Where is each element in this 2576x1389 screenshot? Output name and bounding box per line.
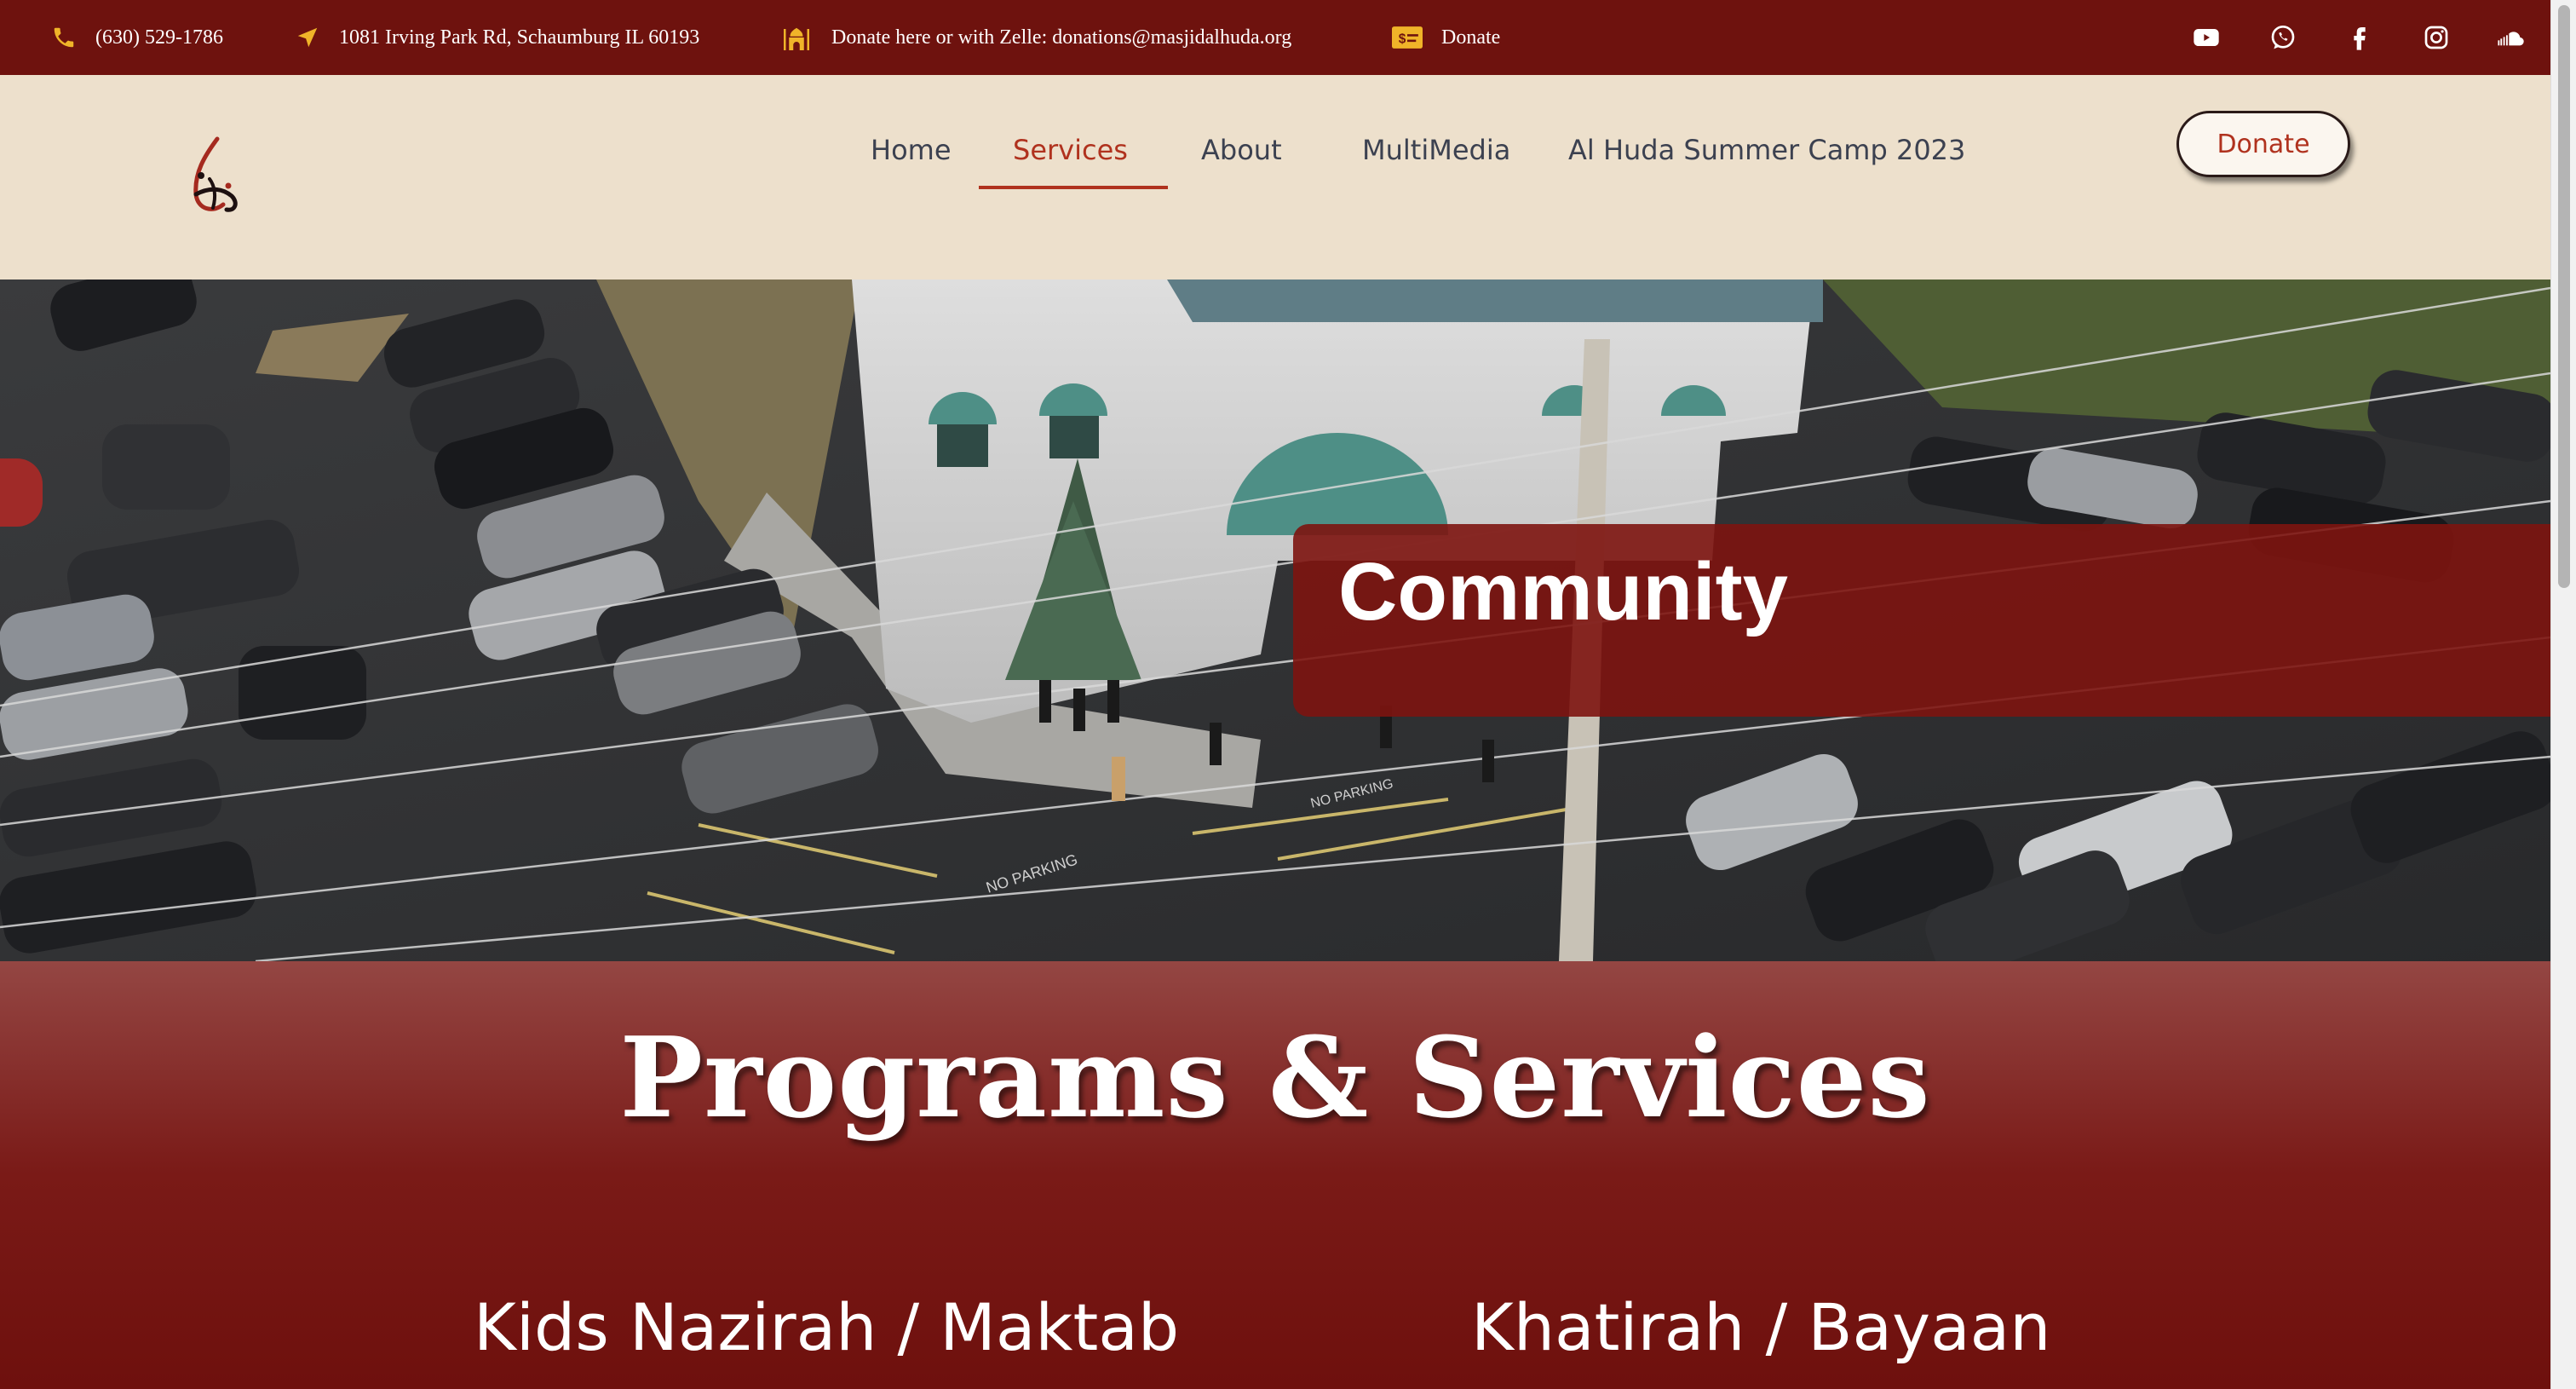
site-header: Home Services About MultiMedia Al Huda S… — [0, 75, 2550, 280]
mosque-icon — [780, 25, 813, 50]
donate-info-text: Donate here or with Zelle: donations@mas… — [831, 26, 1292, 49]
youtube-icon — [2194, 29, 2219, 46]
scrollbar-thumb[interactable] — [2558, 5, 2570, 588]
nav-about[interactable]: About — [1201, 126, 1282, 174]
phone-icon — [51, 25, 77, 50]
whatsapp-link[interactable] — [2267, 21, 2299, 54]
facebook-icon — [2354, 27, 2366, 50]
donate-info[interactable]: Donate here or with Zelle: donations@mas… — [780, 0, 1291, 84]
nav-multimedia[interactable]: MultiMedia — [1362, 126, 1510, 174]
page-scrollbar[interactable] — [2550, 0, 2576, 1389]
programs-heading: Programs & Services — [619, 1012, 1931, 1143]
location-arrow-icon — [295, 25, 320, 50]
donate-top-label: Donate — [1441, 26, 1501, 49]
nav-home[interactable]: Home — [871, 126, 952, 174]
masjid-logo[interactable] — [170, 135, 247, 220]
nav-services[interactable]: Services — [1013, 126, 1128, 174]
soundcloud-icon — [2498, 32, 2524, 46]
donate-button[interactable]: Donate — [2176, 111, 2350, 177]
donate-top-link[interactable]: $ Donate — [1392, 0, 1500, 84]
soundcloud-link[interactable] — [2495, 21, 2527, 54]
facebook-link[interactable] — [2343, 21, 2376, 54]
phone-contact[interactable]: (630) 529-1786 — [51, 0, 223, 84]
nav-summer-camp[interactable]: Al Huda Summer Camp 2023 — [1568, 126, 1965, 174]
nav-active-indicator — [979, 186, 1168, 189]
phone-number: (630) 529-1786 — [95, 26, 223, 49]
svg-text:$: $ — [1399, 32, 1406, 46]
donate-card-icon: $ — [1392, 25, 1423, 50]
youtube-link[interactable] — [2190, 21, 2222, 54]
programs-section: Programs & Services Kids Nazirah / Makta… — [0, 961, 2550, 1389]
program-title-nazirah: Kids Nazirah / Maktab — [474, 1289, 1180, 1365]
address-contact[interactable]: 1081 Irving Park Rd, Schaumburg IL 60193 — [295, 0, 699, 84]
address-text: 1081 Irving Park Rd, Schaumburg IL 60193 — [339, 26, 700, 49]
hero-title: Community — [1338, 546, 1788, 637]
instagram-link[interactable] — [2420, 21, 2452, 54]
whatsapp-icon — [2271, 25, 2295, 49]
instagram-icon — [2424, 26, 2448, 49]
program-title-khatirah: Khatirah / Bayaan — [1471, 1289, 2051, 1365]
top-info-bar: (630) 529-1786 1081 Irving Park Rd, Scha… — [0, 0, 2550, 75]
